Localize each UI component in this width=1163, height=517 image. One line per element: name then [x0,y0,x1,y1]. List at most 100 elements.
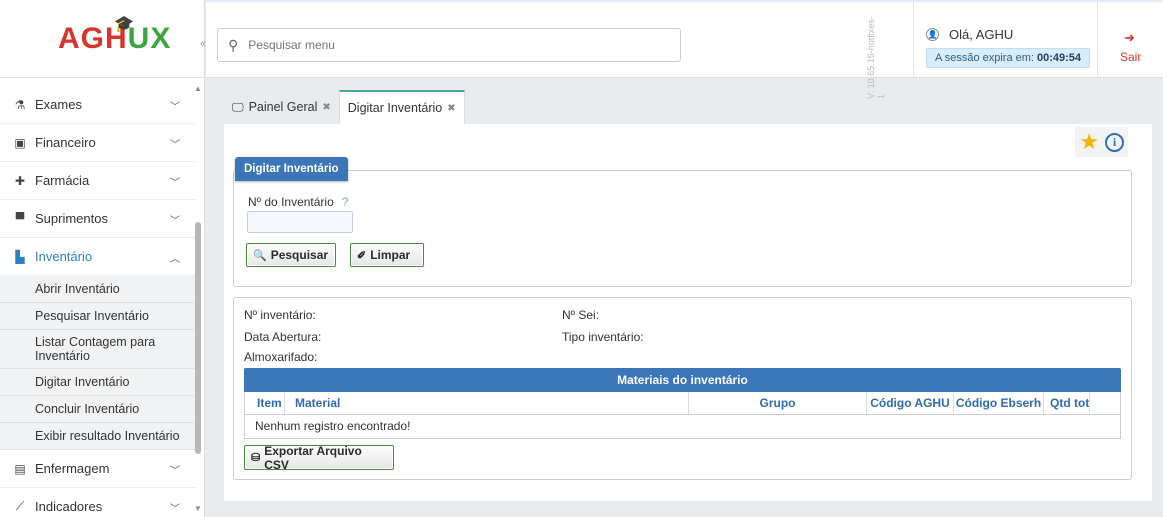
chevron-down-icon: ﹀ [170,466,180,477]
column-qtd-total[interactable]: Qtd tota [1044,392,1090,414]
tab-bar: 🖵 Painel Geral ✖ Digitar Inventário ✖ [224,90,465,124]
submenu-listar-contagem[interactable]: Listar Contagem para Inventário [0,330,196,369]
inventory-number-input[interactable] [247,211,353,233]
materials-grid-header: Item Material Grupo Código AGHU Código E… [244,392,1121,415]
sidebar-item-label: Enfermagem [35,461,110,476]
chevron-down-icon: ﹀ [170,102,180,113]
sidebar-item-label: Exames [35,97,82,112]
label-num-sei: Nº Sei: [562,308,600,322]
inventory-number-label-text: Nº do Inventário [248,195,334,209]
label-data-abertura: Data Abertura: [244,330,322,344]
search-icon: ⚲ [228,36,239,53]
info-icon[interactable]: i [1105,132,1124,152]
chart-line-icon: ⟋ [15,499,25,513]
sidebar-item-exames[interactable]: ⚗ Exames ﹀ [0,86,196,124]
box-icon: ▀ [15,211,25,226]
logout-label: Sair [1120,50,1142,64]
column-codigo-aghu[interactable]: Código AGHU [867,392,954,414]
label-almoxarifado: Almoxarifado: [244,350,318,364]
user-icon: 👤 [926,28,939,41]
sidebar: AGHUX 🎓 « ⚗ Exames ﹀ ▣ Financeiro ﹀ ✚ Fa… [0,0,206,517]
sidebar-scrollbar[interactable]: ▲ ▼ [194,84,202,517]
app-logo[interactable]: AGHUX 🎓 [58,16,172,56]
pharmacy-cross-icon: ✚ [14,173,26,188]
label-tipo-inventario: Tipo inventário: [562,330,644,344]
export-csv-label: Exportar Arquivo CSV [264,443,362,472]
export-csv-button[interactable]: ⛁ Exportar Arquivo CSV [244,443,394,472]
sidebar-item-financeiro[interactable]: ▣ Financeiro ﹀ [0,124,196,162]
fieldset-legend: Digitar Inventário [235,157,348,181]
chevron-down-icon: ﹀ [170,178,180,189]
submenu-pesquisar-inventario[interactable]: Pesquisar Inventário [0,303,196,330]
search-input[interactable] [248,38,649,52]
search-abc-icon: 🔍 [253,249,267,262]
close-icon[interactable]: ✖ [322,102,330,113]
tab-label: Digitar Inventário [347,101,443,115]
grid-empty-message: Nenhum registro encontrado! [244,415,1121,439]
sidebar-item-farmacia[interactable]: ✚ Farmácia ﹀ [0,162,196,200]
chevron-down-icon: ﹀ [170,504,180,515]
column-codigo-ebserh[interactable]: Código Ebserh [954,392,1044,414]
tab-painel-geral[interactable]: 🖵 Painel Geral ✖ [224,90,339,124]
star-icon[interactable]: ★ [1079,129,1099,155]
materials-grid-title: Materiais do inventário [244,368,1121,392]
page-actions: ★ i [1075,127,1128,157]
graduation-cap-icon: 🎓 [114,16,135,33]
submenu-concluir-inventario[interactable]: Concluir Inventário [0,396,196,423]
logo-text-right: X [150,22,172,55]
sidebar-item-label: Indicadores [35,499,103,514]
monitor-icon: 🖵 [232,99,244,114]
sidebar-item-label: Inventário [35,249,93,264]
csv-export-icon: ⛁ [251,452,261,464]
search-fieldset [233,170,1132,287]
inventario-submenu: Abrir Inventário Pesquisar Inventário Li… [0,276,196,450]
label-num-inventario: Nº inventário: [244,308,316,322]
tab-digitar-inventario[interactable]: Digitar Inventário ✖ [338,90,465,124]
tab-label: Painel Geral [248,100,318,114]
sidebar-menu: ⚗ Exames ﹀ ▣ Financeiro ﹀ ✚ Farmácia ﹀ ▀… [0,86,196,517]
column-material[interactable]: Material [285,392,689,414]
submenu-abrir-inventario[interactable]: Abrir Inventário [0,276,196,303]
clear-button-label: Limpar [370,248,411,262]
sidebar-item-suprimentos[interactable]: ▀ Suprimentos ﹀ [0,200,196,238]
session-timer-badge: A sessão expira em: 00:49:54 [926,48,1090,68]
sidebar-item-inventario[interactable]: ▙ Inventário ︿ [0,238,196,276]
version-label: V: 10.65.15-hotfixes-1 [866,16,886,99]
session-time: 00:49:54 [1037,52,1082,64]
close-icon[interactable]: ✖ [447,103,455,114]
eraser-icon: ✐ [357,249,367,262]
sidebar-item-label: Financeiro [35,135,96,150]
clear-button[interactable]: ✐ Limpar [350,243,424,267]
user-box: 👤 Olá, AGHU A sessão expira em: 00:49:54 [913,2,1097,78]
column-item[interactable]: Item [245,392,285,414]
chevron-down-icon: ﹀ [170,140,180,151]
scroll-up-icon[interactable]: ▲ [194,84,202,93]
sidebar-item-label: Farmácia [35,173,90,188]
session-label: A sessão expira em: [934,52,1034,64]
logout-button[interactable]: ➜ Sair [1097,2,1163,78]
user-greeting[interactable]: 👤 Olá, AGHU [926,27,1013,42]
column-grupo[interactable]: Grupo [689,392,867,414]
sidebar-item-enfermagem[interactable]: ▤ Enfermagem ﹀ [0,450,196,488]
flask-icon: ⚗ [14,97,26,112]
inventory-number-label: Nº do Inventário? [248,195,348,209]
sidebar-item-label: Suprimentos [35,211,108,226]
money-icon: ▣ [14,135,26,150]
logo-area: AGHUX 🎓 [0,0,204,78]
scroll-down-icon[interactable]: ▼ [194,504,202,513]
scrollbar-thumb[interactable] [195,222,201,454]
inventory-icon: ▙ [15,249,25,264]
submenu-exibir-resultado[interactable]: Exibir resultado Inventário [0,423,196,450]
submenu-digitar-inventario[interactable]: Digitar Inventário [0,369,196,396]
sidebar-item-indicadores[interactable]: ⟋ Indicadores ﹀ [0,488,196,517]
search-button-label: Pesquisar [270,248,329,262]
chevron-up-icon: ︿ [170,254,180,265]
menu-search[interactable]: ⚲ [217,28,681,62]
top-header: ⚲ V: 10.65.15-hotfixes-1 👤 Olá, AGHU A s… [206,0,1163,99]
search-button[interactable]: 🔍 Pesquisar [246,243,336,267]
list-icon: ▤ [14,461,26,476]
chevron-down-icon: ﹀ [170,216,180,227]
greeting-text: Olá, AGHU [949,27,1014,42]
logout-icon: ➜ [1124,30,1135,45]
help-icon[interactable]: ? [342,195,349,209]
